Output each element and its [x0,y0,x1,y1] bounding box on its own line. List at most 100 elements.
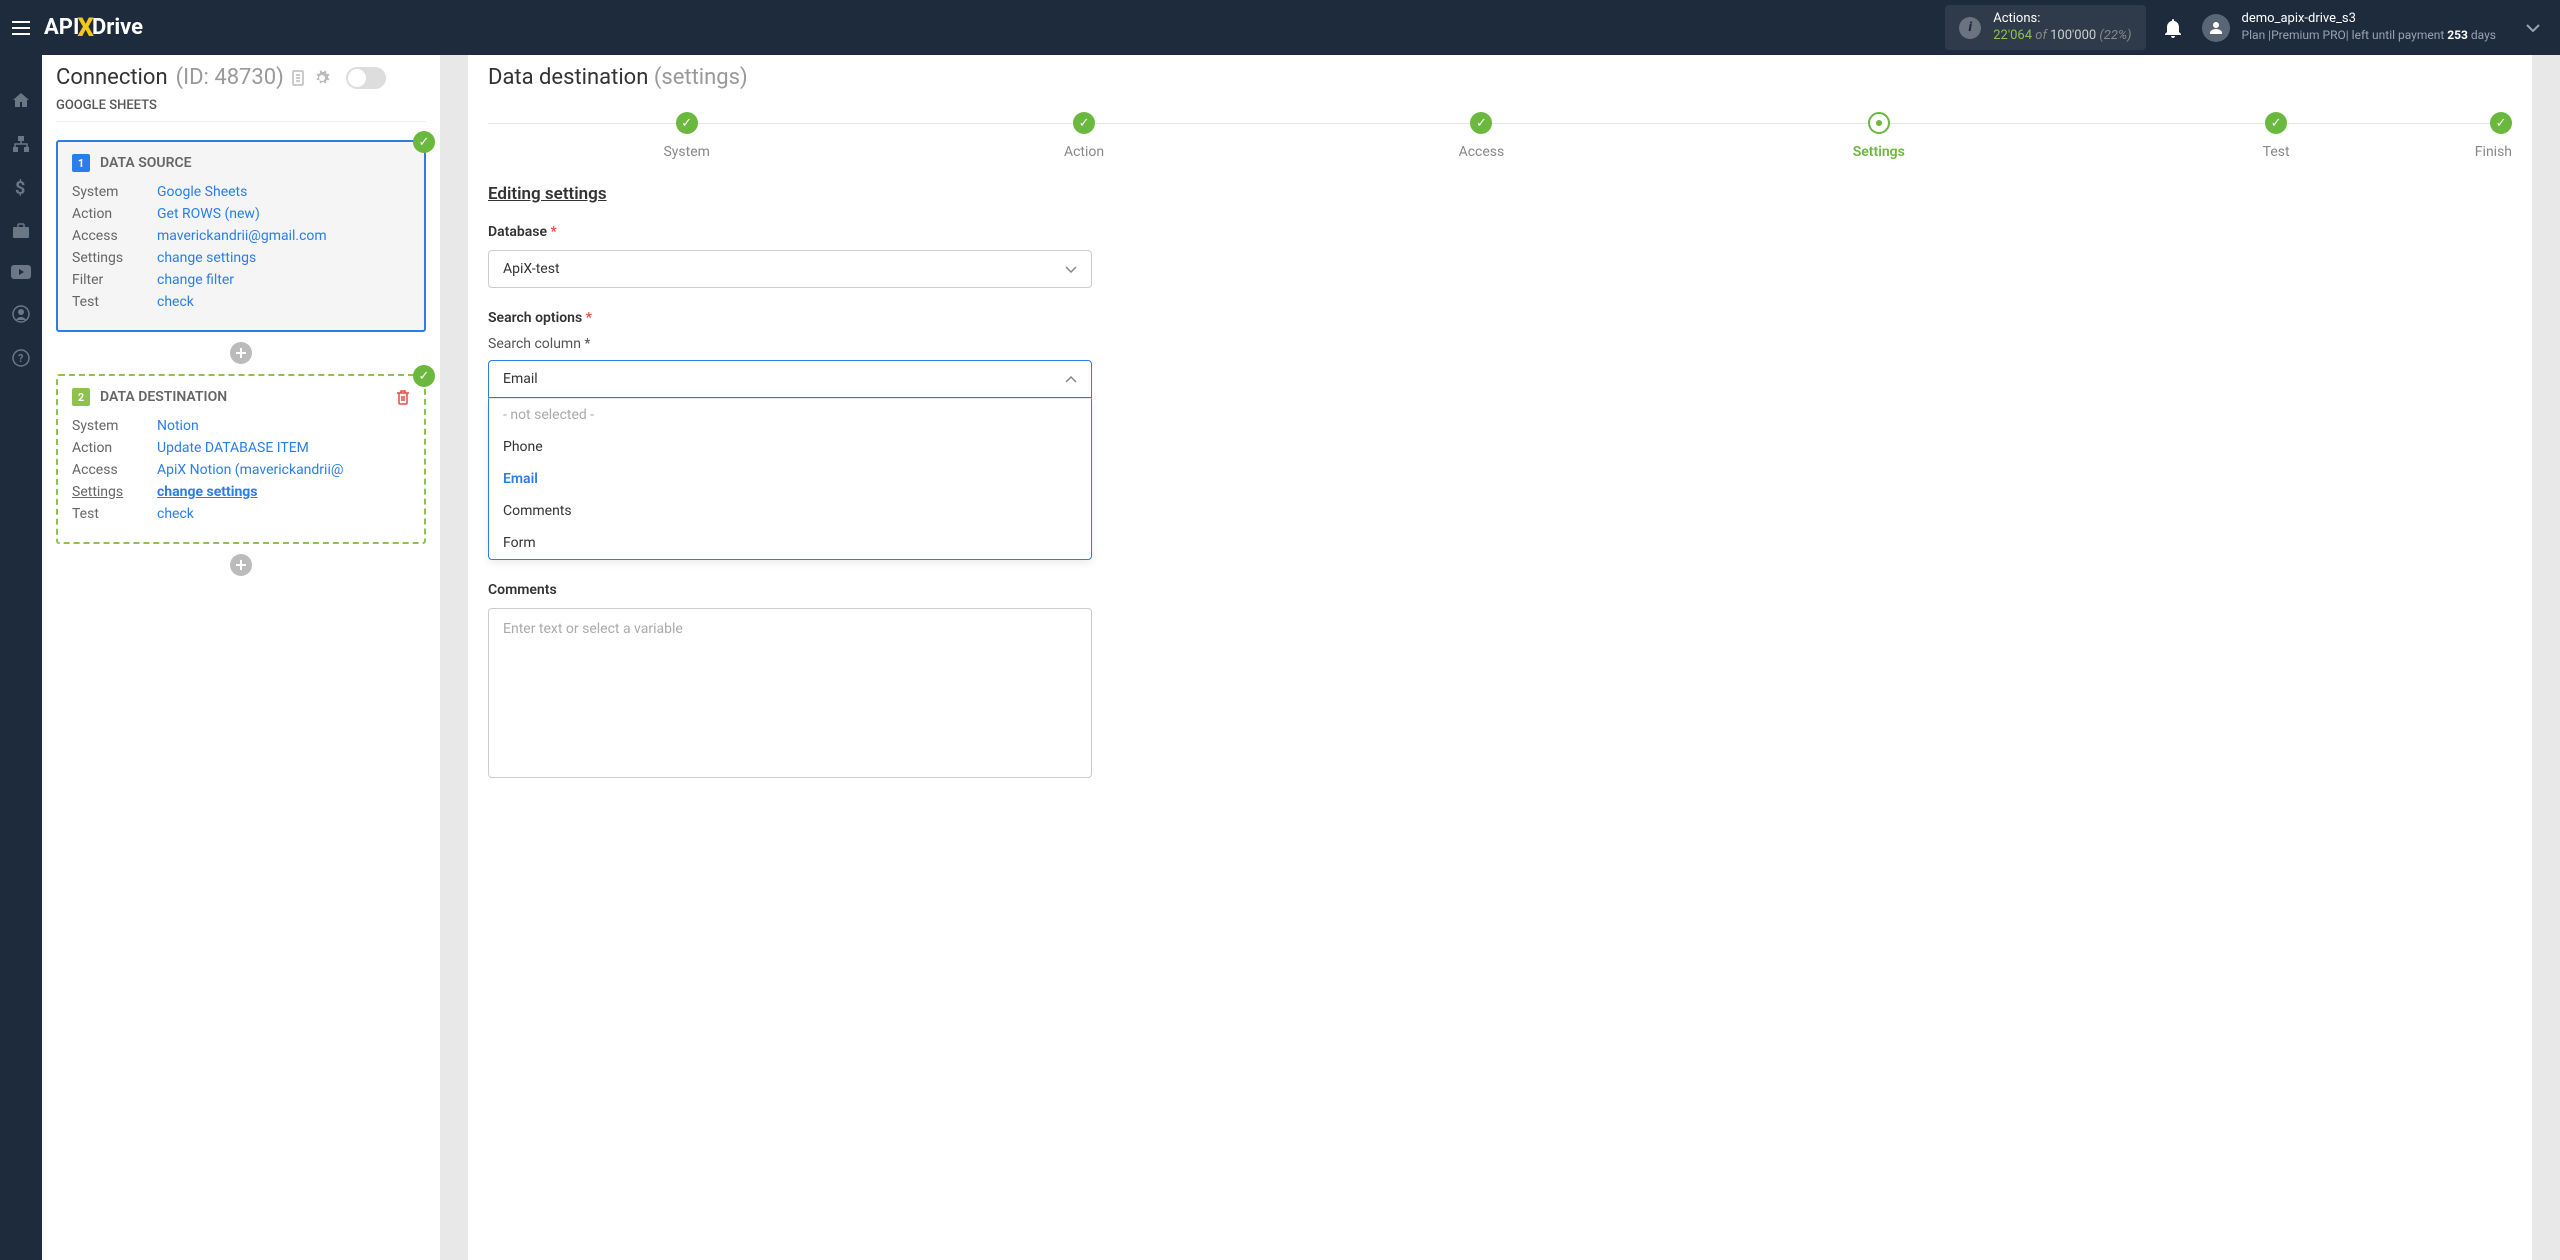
card-row: Filterchange filter [72,272,410,288]
section-title: Editing settings [468,184,2532,204]
step-settings[interactable]: Settings [1680,112,2077,160]
card-row: ActionGet ROWS (new) [72,206,410,222]
document-icon [292,70,306,86]
person-icon [2208,20,2224,36]
connection-title: Connection [56,65,168,90]
check-icon: ✓ [676,112,698,134]
actions-label: Actions: [1993,11,2131,28]
card-number: 2 [72,388,90,406]
panel-title: Data destination (settings) [468,65,2532,90]
sidebar-item-home[interactable] [12,91,30,109]
sidebar-item-help[interactable]: ? [12,349,30,367]
change-settings-link[interactable]: change settings [157,484,257,500]
sidebar-item-youtube[interactable] [11,265,31,279]
card-value[interactable]: Get ROWS (new) [157,206,260,222]
card-value[interactable]: Google Sheets [157,184,247,200]
check-icon: ✓ [2490,112,2512,134]
connection-id: (ID: 48730) [176,65,284,90]
check-icon: ✓ [1073,112,1095,134]
card-row: Settingschange settings [72,484,410,500]
add-step-button[interactable] [230,554,252,576]
user-plan: Plan |Premium PRO| left until payment 25… [2242,28,2496,44]
card-value[interactable]: Notion [157,418,199,434]
comments-label: Comments [488,582,2512,598]
card-title: DATA DESTINATION [100,389,227,405]
card-row: Settingschange settings [72,250,410,266]
logo-api: API [44,15,79,40]
sidebar: $ ? [0,55,42,1260]
actions-used: 22'064 [1993,28,2032,43]
copy-button[interactable] [292,70,306,86]
notifications-button[interactable] [2164,18,2182,38]
card-row: AccessApiX Notion (maverickandrii@ [72,462,410,478]
youtube-icon [11,265,31,279]
step-action[interactable]: ✓ Action [885,112,1282,160]
step-system[interactable]: ✓ System [488,112,885,160]
step-finish[interactable]: ✓ Finish [2475,112,2512,160]
app-header: API X Drive i Actions: 22'064 of 100'000… [0,0,2560,55]
card-value[interactable]: ApiX Notion (maverickandrii@ [157,462,343,478]
sidebar-item-user[interactable] [12,305,30,323]
database-label: Database * [488,224,2512,240]
dropdown-option[interactable]: Email [489,463,1091,495]
logo[interactable]: API X Drive [44,13,143,43]
change-settings-link[interactable]: change settings [157,250,256,266]
user-icon [12,305,30,323]
card-title: DATA SOURCE [100,155,192,171]
check-icon: ✓ [413,131,435,153]
delete-button[interactable] [396,389,410,405]
chevron-down-icon [2526,24,2540,32]
search-column-select[interactable]: Email [488,360,1092,398]
logo-x: X [77,13,94,43]
step-access[interactable]: ✓ Access [1283,112,1680,160]
data-destination-card[interactable]: ✓ 2 DATA DESTINATION SystemNotion Action… [56,374,426,544]
user-name: demo_apix-drive_s3 [2242,11,2496,28]
add-step-button[interactable] [230,342,252,364]
card-row: SystemGoogle Sheets [72,184,410,200]
gear-icon [314,70,330,86]
check-link[interactable]: check [157,506,194,522]
database-select[interactable]: ApiX-test [488,250,1092,288]
data-source-card[interactable]: ✓ 1 DATA SOURCE SystemGoogle Sheets Acti… [56,140,426,332]
user-avatar[interactable] [2202,14,2230,42]
card-value[interactable]: maverickandrii@gmail.com [157,228,327,244]
hamburger-icon [12,21,30,35]
card-number: 1 [72,154,90,172]
settings-button[interactable] [314,70,330,86]
chevron-up-icon [1065,376,1077,383]
dropdown-option[interactable]: Form [489,527,1091,559]
check-icon: ✓ [2265,112,2287,134]
dropdown-option[interactable]: Comments [489,495,1091,527]
sitemap-icon [12,135,30,153]
home-icon [12,91,30,109]
actions-of: of [2035,28,2047,43]
settings-panel: Data destination (settings) ✓ System ✓ A… [468,55,2532,1260]
bell-icon [2164,18,2182,38]
dropdown-option[interactable]: Phone [489,431,1091,463]
briefcase-icon [12,223,30,239]
actions-total: 100'000 [2050,28,2096,43]
user-info[interactable]: demo_apix-drive_s3 Plan |Premium PRO| le… [2242,11,2496,43]
check-icon: ✓ [1470,112,1492,134]
dollar-icon: $ [15,179,27,197]
actions-pct: (22%) [2099,28,2131,43]
sidebar-item-briefcase[interactable] [12,223,30,239]
card-row: Accessmaverickandrii@gmail.com [72,228,410,244]
chevron-down-icon [1065,266,1077,273]
actions-info[interactable]: i Actions: 22'064 of 100'000 (22%) [1945,5,2145,51]
user-menu-toggle[interactable] [2526,24,2540,32]
sidebar-item-billing[interactable]: $ [15,179,27,197]
plus-icon [235,559,247,571]
dropdown-option[interactable]: - not selected - [489,399,1091,431]
check-link[interactable]: check [157,294,194,310]
change-filter-link[interactable]: change filter [157,272,234,288]
menu-toggle[interactable] [0,21,42,35]
info-icon: i [1959,17,1981,39]
connection-toggle[interactable] [346,67,386,89]
search-column-dropdown: - not selected - Phone Email Comments Fo… [488,398,1092,560]
card-value[interactable]: Update DATABASE ITEM [157,440,309,456]
plus-icon [235,347,247,359]
sidebar-item-connections[interactable] [12,135,30,153]
step-test[interactable]: ✓ Test [2077,112,2474,160]
comments-input[interactable]: Enter text or select a variable [488,608,1092,778]
